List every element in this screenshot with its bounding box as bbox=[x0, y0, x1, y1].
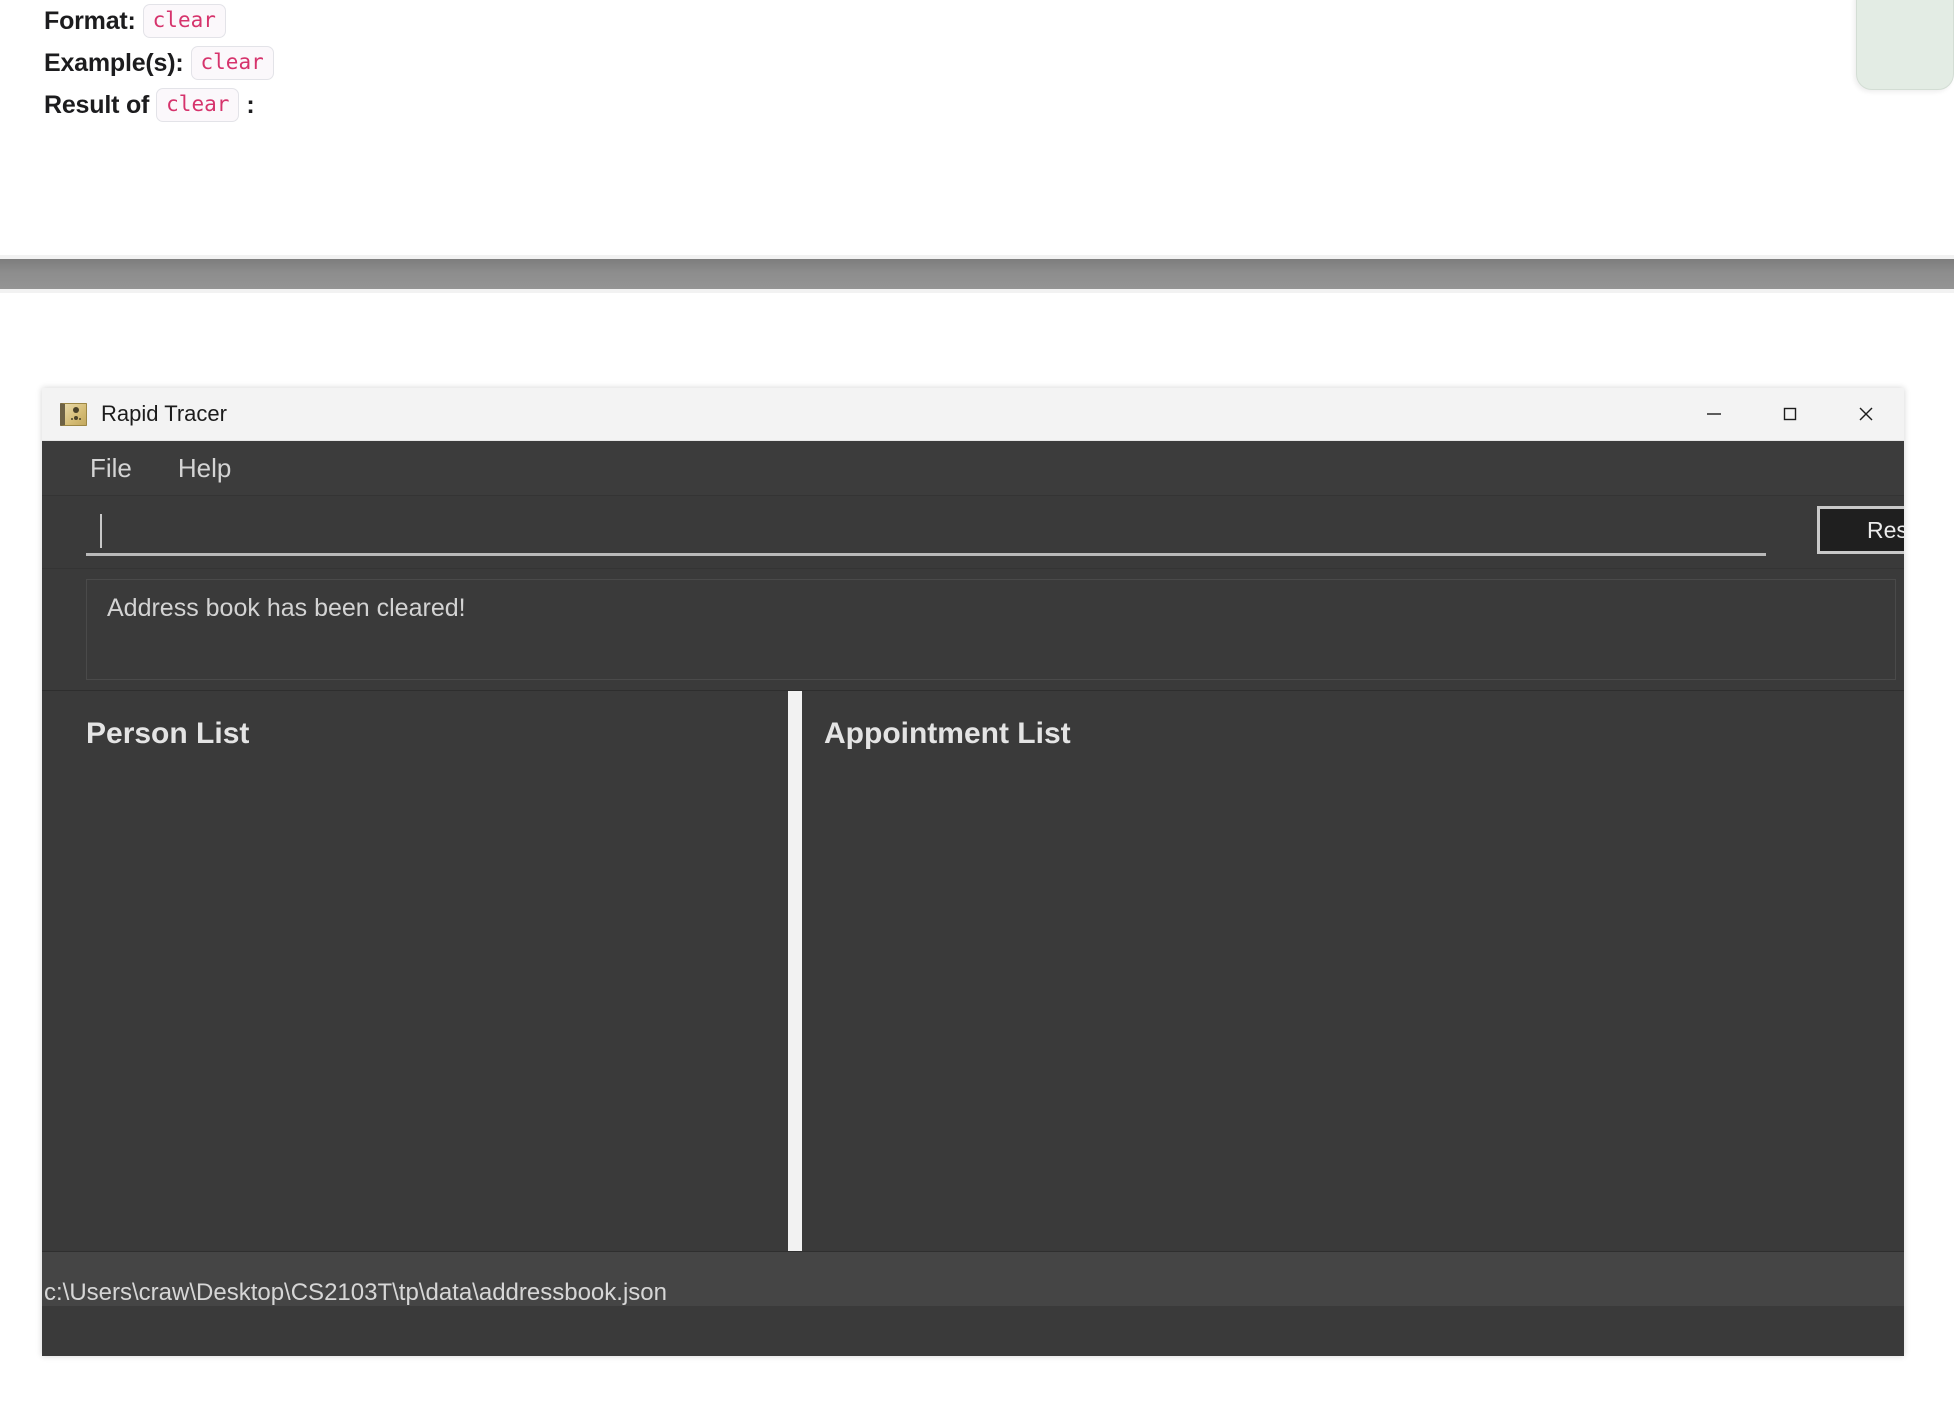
code-chip-result: clear bbox=[156, 88, 240, 122]
doc-label-examples: Example(s): bbox=[44, 48, 184, 77]
code-chip-format: clear bbox=[142, 4, 226, 38]
doc-line-format: Format: clear bbox=[0, 0, 1954, 42]
menu-item-help[interactable]: Help bbox=[174, 450, 235, 487]
window-title-bar[interactable]: Rapid Tracer bbox=[42, 388, 1904, 441]
person-list-pane: Person List bbox=[42, 691, 788, 1251]
reset-button[interactable]: Reset bbox=[1817, 506, 1904, 554]
pane-split-divider[interactable] bbox=[788, 691, 802, 1251]
person-list-title: Person List bbox=[86, 717, 250, 750]
doc-label-format: Format: bbox=[44, 6, 136, 35]
command-documentation: Format: clear Example(s): clear Result o… bbox=[0, 0, 1954, 126]
close-icon[interactable] bbox=[1828, 388, 1904, 440]
menu-bar: File Help bbox=[42, 441, 1904, 496]
doc-label-result: Result of bbox=[44, 90, 150, 119]
split-panes: Person List Appointment List bbox=[42, 691, 1904, 1251]
maximize-icon[interactable] bbox=[1752, 388, 1828, 440]
address-book-icon bbox=[60, 402, 87, 426]
separator-band-track bbox=[0, 255, 1954, 293]
text-caret bbox=[100, 514, 102, 548]
result-display-box: Address book has been cleared! bbox=[86, 579, 1896, 680]
doc-result-colon: : bbox=[246, 90, 255, 119]
save-location-path: c:\Users\craw\Desktop\CS2103T\tp\data\ad… bbox=[44, 1279, 667, 1306]
status-bar: c:\Users\craw\Desktop\CS2103T\tp\data\ad… bbox=[42, 1251, 1904, 1306]
appointment-list-pane: Appointment List bbox=[802, 691, 1904, 1251]
result-message: Address book has been cleared! bbox=[107, 594, 466, 622]
doc-line-examples: Example(s): clear bbox=[0, 42, 1954, 84]
menu-item-file[interactable]: File bbox=[86, 450, 136, 487]
doc-line-result: Result of clear : bbox=[0, 84, 1954, 126]
separator-band bbox=[0, 259, 1954, 289]
code-chip-examples: clear bbox=[190, 46, 274, 80]
command-input[interactable] bbox=[86, 504, 1766, 556]
rapid-tracer-window: Rapid Tracer File Help Res Address book … bbox=[42, 388, 1904, 1356]
command-row: Reset bbox=[42, 496, 1904, 569]
minimize-icon[interactable] bbox=[1676, 388, 1752, 440]
window-controls bbox=[1676, 388, 1904, 440]
window-title: Rapid Tracer bbox=[101, 401, 227, 426]
result-display-wrapper: Address book has been cleared! bbox=[42, 569, 1904, 691]
mint-callout-panel bbox=[1856, 0, 1954, 90]
appointment-list-title: Appointment List bbox=[824, 717, 1071, 750]
